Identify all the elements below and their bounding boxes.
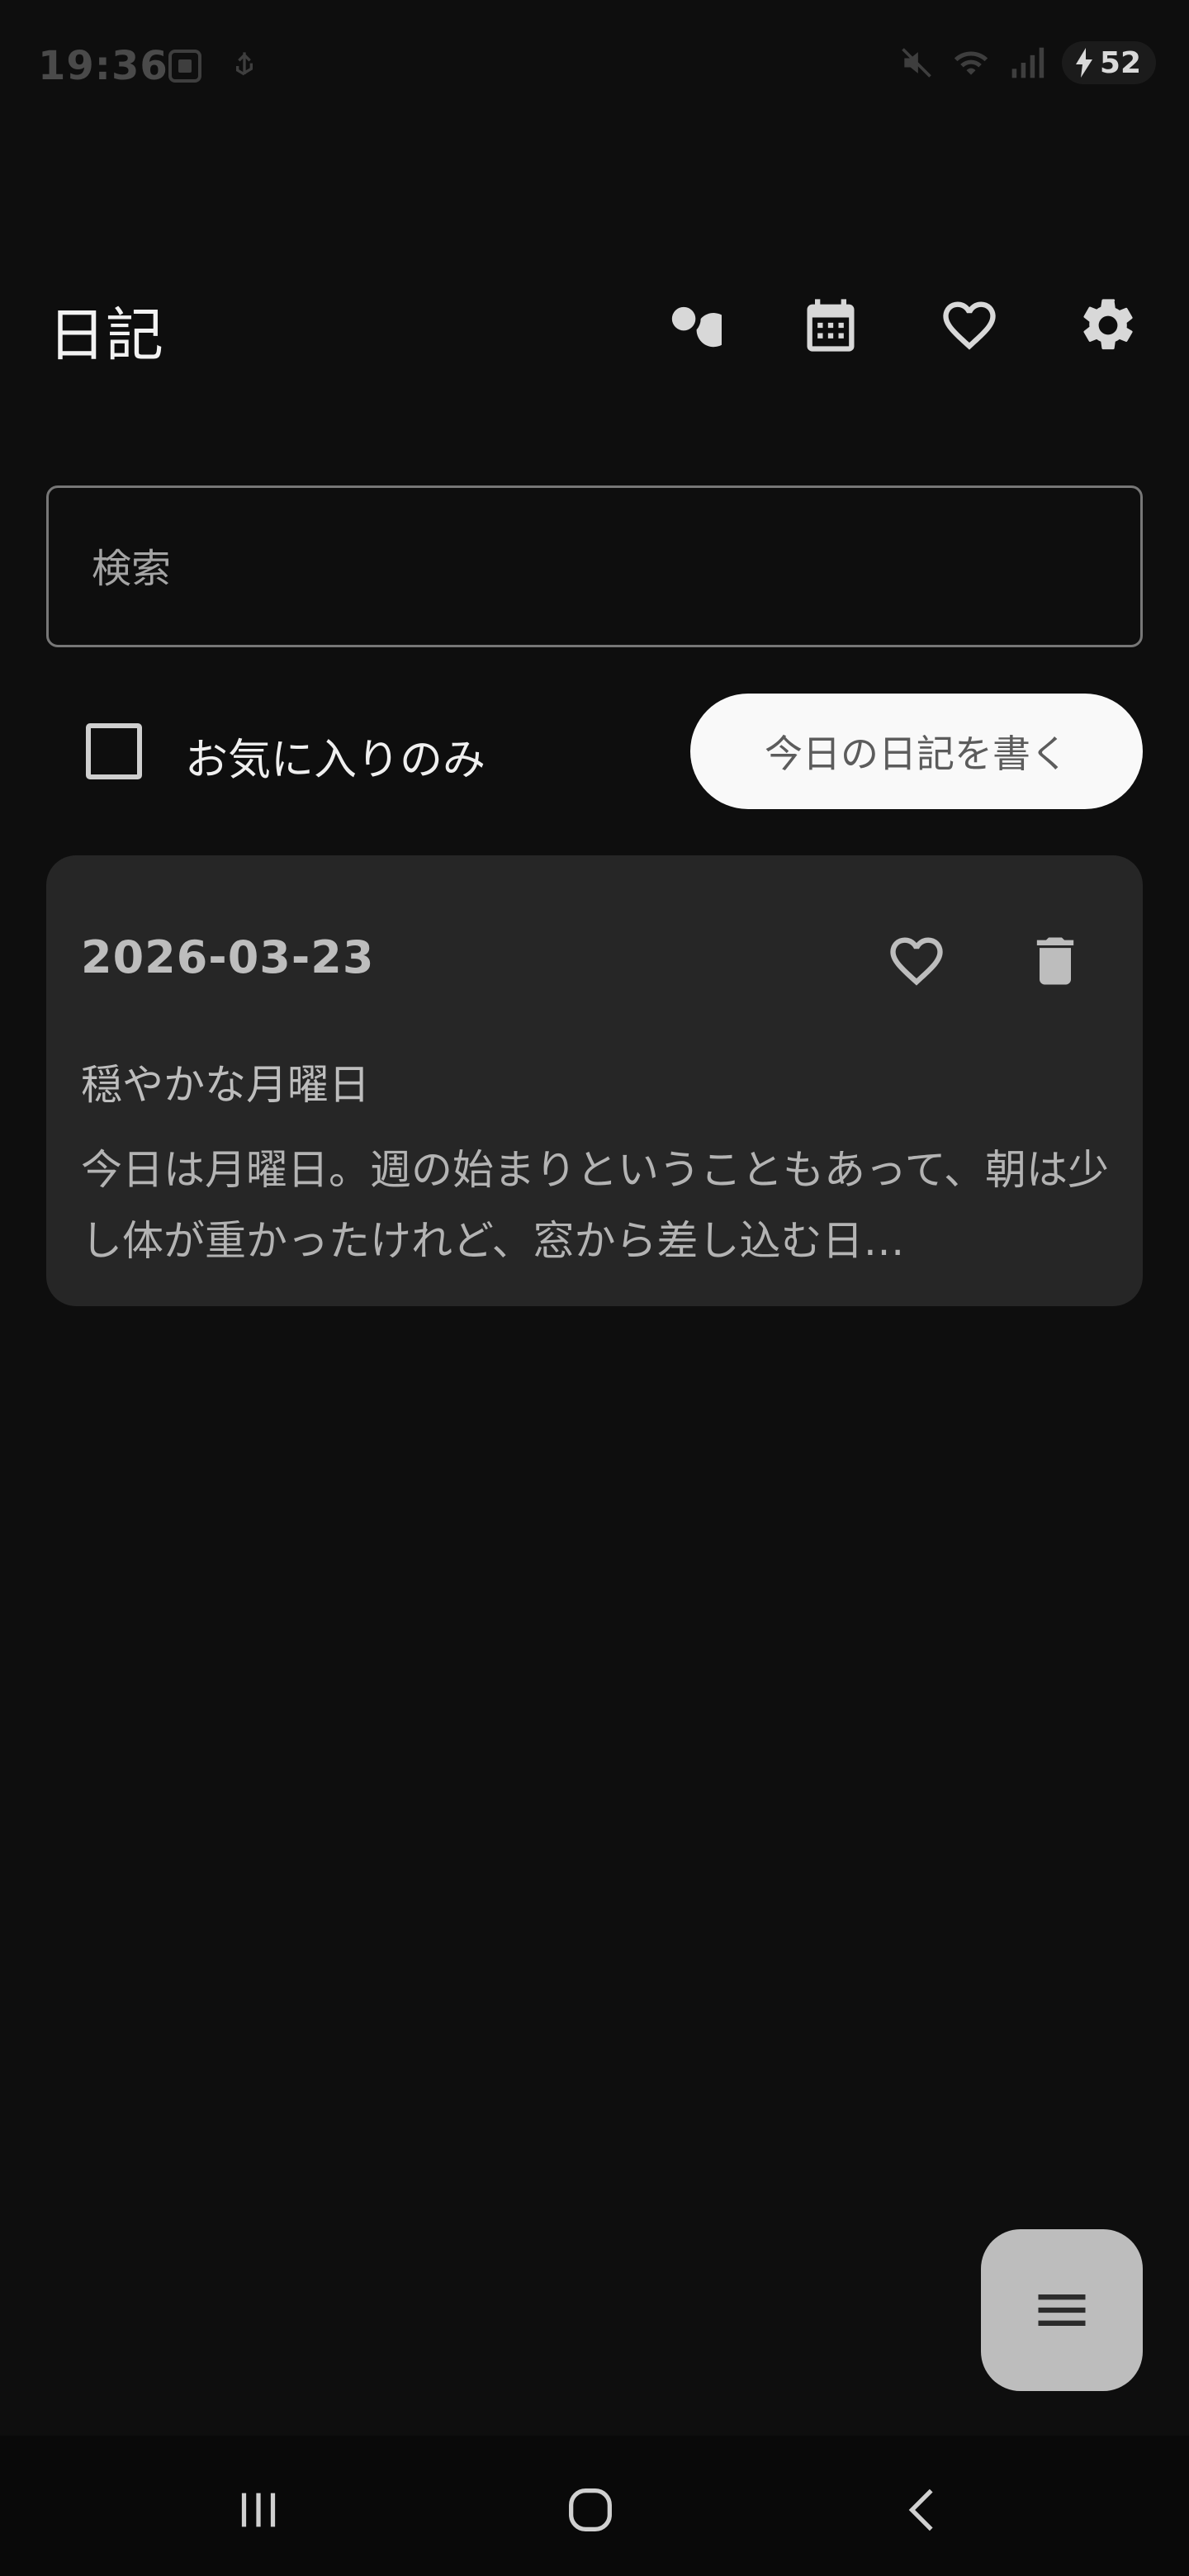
battery-level: 52 — [1099, 45, 1141, 80]
mute-icon — [902, 48, 931, 78]
back-button[interactable] — [879, 2469, 969, 2551]
signal-icon — [1011, 47, 1045, 78]
search-input[interactable] — [92, 537, 1082, 600]
filter-row: お気に入りのみ 今日の日記を書く — [0, 694, 1189, 809]
entry-date: 2026-03-23 — [81, 931, 375, 983]
entry-preview: 今日は月曜日。週の始まりということもあって、朝は少し体が重かったけれど、窓から差… — [81, 1146, 1109, 1265]
entry-delete-button[interactable] — [1021, 926, 1090, 996]
entry-favorite-button[interactable] — [882, 926, 951, 996]
home-icon — [569, 2488, 612, 2531]
wifi-icon — [954, 51, 988, 75]
usb-icon — [236, 52, 253, 76]
home-button[interactable] — [545, 2469, 636, 2551]
menu-fab[interactable] — [981, 2229, 1143, 2391]
gear-icon — [1083, 299, 1133, 350]
status-left-icons — [165, 46, 261, 86]
calendar-icon — [807, 299, 855, 352]
settings-button[interactable] — [1075, 292, 1141, 358]
trash-icon — [1036, 937, 1074, 985]
favorites-only-label[interactable]: お気に入りのみ — [185, 725, 486, 787]
system-nav-bar — [0, 2436, 1189, 2576]
status-bar: 19:36 52 — [0, 0, 1189, 132]
charging-icon — [1075, 48, 1092, 78]
screenshot-icon — [168, 50, 201, 83]
app-header: 日記 — [0, 272, 1189, 372]
entry-title: 穏やかな月曜日 — [81, 1061, 370, 1109]
favorites-only-checkbox[interactable] — [86, 723, 142, 779]
recents-button[interactable] — [213, 2469, 304, 2551]
search-button[interactable] — [657, 292, 723, 358]
favorites-button[interactable] — [936, 292, 1002, 358]
calendar-button[interactable] — [798, 292, 864, 358]
menu-icon — [1038, 2294, 1086, 2326]
heart-icon — [890, 937, 943, 986]
write-today-button[interactable]: 今日の日記を書く — [690, 694, 1143, 809]
status-right-icons: 52 — [898, 41, 1156, 84]
search-field[interactable] — [46, 485, 1143, 647]
page-title: 日記 — [48, 301, 163, 369]
battery-indicator: 52 — [1061, 41, 1156, 84]
recents-icon — [241, 2493, 276, 2527]
status-time: 19:36 — [38, 43, 168, 89]
back-icon — [908, 2488, 933, 2531]
diary-screen: 19:36 52 日記 検索 お気に入りのみ 今日の日記を書く 2026-03-… — [0, 0, 1189, 2576]
heart-icon — [943, 301, 996, 350]
diary-entry-card[interactable]: 2026-03-23 穏やかな月曜日 今日は月曜日。週の始まりということもあって… — [46, 855, 1143, 1306]
search-icon — [671, 306, 722, 348]
